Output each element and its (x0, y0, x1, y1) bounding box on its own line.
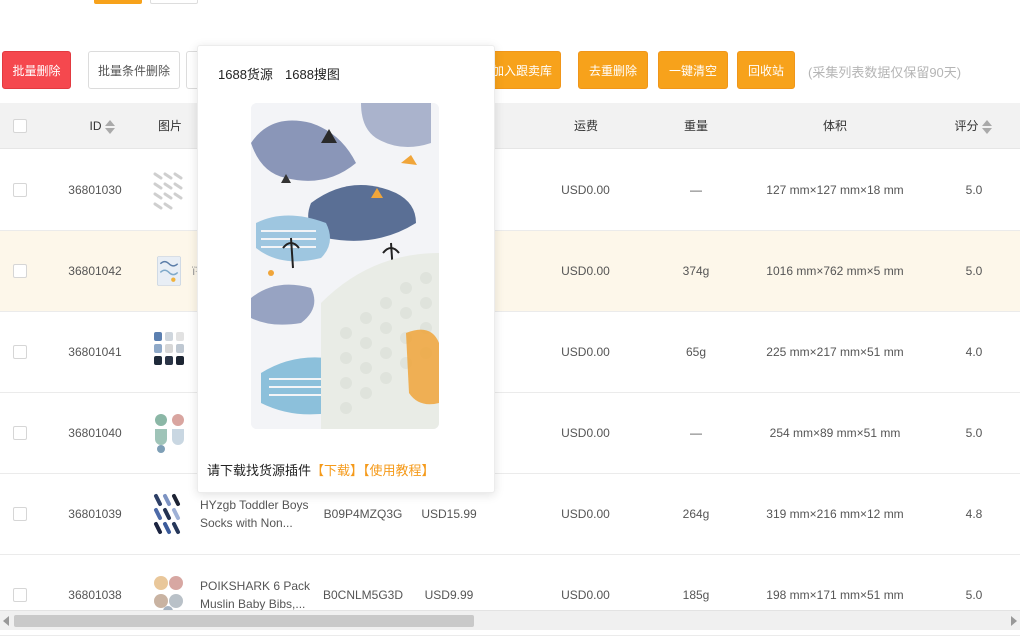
row-id: 36801030 (68, 183, 122, 197)
row-shipping: USD0.00 (561, 426, 610, 440)
product-thumbnail[interactable] (152, 411, 188, 455)
retention-note: (采集列表数据仅保留90天) (808, 65, 962, 80)
download-link[interactable]: 【下载】 (311, 463, 363, 478)
row-weight: 264g (682, 507, 710, 521)
row-rating: 5.0 (965, 183, 983, 197)
product-title[interactable]: POIKSHARK 6 Pack Muslin Baby Bibs,... (200, 577, 315, 613)
tab-1688-image-search[interactable]: 1688搜图 (285, 64, 340, 83)
product-thumbnail[interactable] (152, 330, 188, 374)
row-volume: 254 mm×89 mm×51 mm (769, 426, 901, 440)
table-row[interactable]: 36801042 ï¼ USD0.00 374g 1016 mm×762 mm×… (0, 231, 1020, 312)
row-checkbox[interactable] (13, 588, 27, 602)
row-rating: 4.8 (965, 507, 983, 521)
select-all-checkbox[interactable] (13, 119, 27, 133)
row-rating: 5.0 (965, 264, 983, 278)
table-row[interactable]: 36801039 HYzgb Toddler Boys Socks with N… (0, 474, 1020, 555)
sort-icon[interactable] (104, 119, 115, 135)
row-checkbox[interactable] (13, 264, 27, 278)
row-id: 36801039 (68, 507, 122, 521)
row-id: 36801040 (68, 426, 122, 440)
row-rating: 4.0 (965, 345, 983, 359)
table-row[interactable]: 36801041 USD0.00 65g 225 mm×217 mm×51 mm… (0, 312, 1020, 393)
row-rating: 5.0 (965, 426, 983, 440)
header-volume: 体积 (822, 119, 847, 133)
product-thumbnail[interactable] (152, 492, 188, 536)
row-shipping: USD0.00 (561, 264, 610, 278)
row-checkbox[interactable] (13, 426, 27, 440)
row-id: 36801042 (68, 264, 122, 278)
plugin-prompt: 请下载找货源插件 (207, 463, 312, 478)
header-image: 图片 (157, 119, 182, 133)
row-volume: 319 mm×216 mm×12 mm (766, 507, 904, 521)
header-id[interactable]: ID (72, 103, 132, 149)
horizontal-scrollbar[interactable] (0, 610, 1020, 630)
row-checkbox[interactable] (13, 183, 27, 197)
top-white-button[interactable] (150, 0, 198, 4)
clear-all-button[interactable]: 一键清空 (658, 51, 728, 89)
top-orange-button[interactable] (94, 0, 142, 4)
scroll-left-icon[interactable] (3, 616, 9, 626)
scroll-right-icon[interactable] (1011, 616, 1017, 626)
row-shipping: USD0.00 (561, 507, 610, 521)
sort-icon[interactable] (981, 119, 992, 135)
popup-footer: 请下载找货源插件【下载】【使用教程】 (207, 460, 435, 479)
dedupe-delete-button[interactable]: 去重删除 (578, 51, 648, 89)
row-id: 36801041 (68, 345, 122, 359)
scrollbar-thumb[interactable] (14, 615, 474, 627)
row-checkbox[interactable] (13, 507, 27, 521)
product-title[interactable]: HYzgb Toddler Boys Socks with Non... (200, 496, 315, 532)
tutorial-link[interactable]: 【使用教程】 (363, 463, 435, 478)
header-id-label: ID (89, 119, 102, 133)
toolbar: 批量删除 批量条件删除 加入跟卖库 去重删除 一键清空 回收站 (采集列表数据仅… (0, 51, 1020, 91)
row-weight: — (690, 426, 702, 440)
batch-delete-button[interactable]: 批量删除 (2, 51, 71, 89)
row-weight: 65g (685, 345, 707, 359)
row-weight: 374g (682, 264, 710, 278)
table-row[interactable]: 36801040 USD0.00 — 254 mm×89 mm×51 mm 5.… (0, 393, 1020, 474)
row-checkbox[interactable] (13, 345, 27, 359)
row-shipping: USD0.00 (561, 183, 610, 197)
product-preview-image (251, 103, 439, 429)
row-volume: 1016 mm×762 mm×5 mm (766, 264, 904, 278)
header-shipping: 运费 (573, 119, 598, 133)
tab-1688-goods[interactable]: 1688货源 (218, 64, 273, 83)
batch-condition-delete-button[interactable]: 批量条件删除 (88, 51, 180, 89)
table-row[interactable]: 36801030 USD0.00 — 127 mm×127 mm×18 mm 5… (0, 150, 1020, 231)
row-shipping: USD0.00 (561, 345, 610, 359)
header-rating-label: 评分 (954, 119, 979, 133)
recycle-bin-button[interactable]: 回收站 (737, 51, 795, 89)
product-thumbnail[interactable] (152, 168, 188, 212)
product-thumbnail[interactable] (156, 249, 182, 293)
row-weight: — (690, 183, 702, 197)
source-finder-popup: 1688货源 1688搜图 请下载找货源插件【下载】【使用教程】 (197, 45, 495, 493)
table-header: ID 图片 运费 重量 体积 评分 (0, 103, 1020, 149)
row-volume: 127 mm×127 mm×18 mm (766, 183, 904, 197)
row-volume: 225 mm×217 mm×51 mm (766, 345, 904, 359)
header-rating[interactable]: 评分 (948, 103, 998, 149)
header-weight: 重量 (683, 119, 708, 133)
